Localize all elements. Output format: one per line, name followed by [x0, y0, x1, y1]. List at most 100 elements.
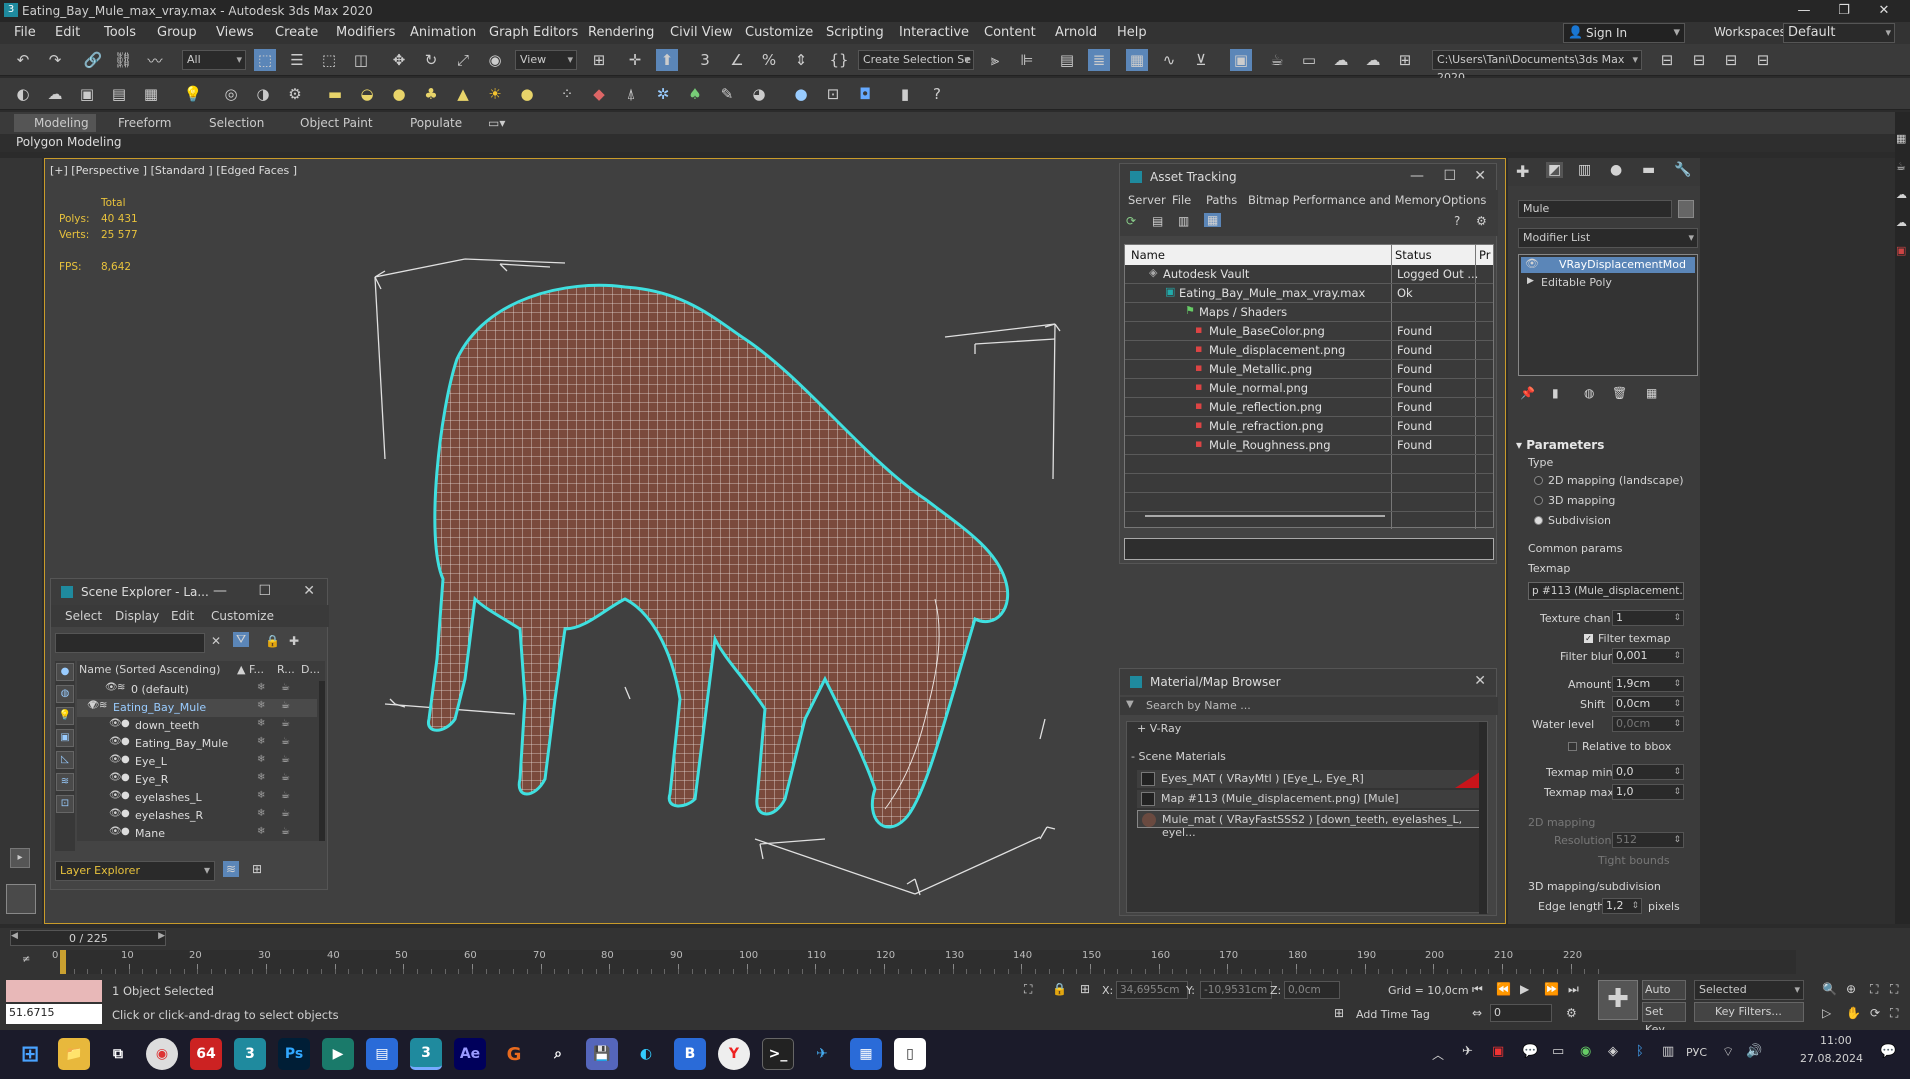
help-icon[interactable]: ? — [1454, 214, 1460, 228]
isolate-selection-icon[interactable]: ⛶ — [1024, 982, 1032, 997]
vray-grid-icon[interactable]: ▦ — [140, 83, 162, 105]
scene-tree-row[interactable]: 👁 ● Eye_R ❄ ☕ — [77, 771, 317, 789]
tab-freeform[interactable]: Freeform — [118, 116, 171, 130]
display-tab-icon[interactable]: ▬ — [1642, 162, 1655, 178]
scene-materials-group[interactable]: - Scene Materials — [1131, 750, 1226, 763]
pan-icon[interactable]: ✋ — [1846, 1006, 1861, 1020]
tray-chat-icon[interactable]: 💬 — [1522, 1044, 1538, 1059]
water-level-spinner[interactable]: 0,0cm — [1612, 716, 1684, 732]
edge-icon[interactable]: ◐ — [630, 1038, 662, 1070]
tray-battery-icon[interactable]: ▥ — [1662, 1044, 1674, 1059]
link-icon[interactable]: 🔗 — [82, 49, 104, 71]
asset-row[interactable]: ⚑ Maps / Shaders — [1125, 303, 1493, 322]
maximize-button[interactable]: ❐ — [1824, 0, 1864, 22]
track-bar[interactable]: 0 10 20 30 40 50 60 70 80 90 100 110 120 130 140 150 160… — [52, 950, 1796, 974]
maxscript-listener-input[interactable] — [6, 980, 102, 1002]
edge-length-spinner[interactable]: 1,2 — [1602, 898, 1642, 914]
vray-plane-icon[interactable]: ✲ — [652, 83, 674, 105]
expand-icon[interactable]: ▼ — [89, 701, 96, 711]
modifier-stack-item[interactable]: ▶ Editable Poly — [1521, 275, 1695, 291]
menu-file[interactable]: File — [14, 25, 36, 40]
go-to-start-icon[interactable]: ⏮ — [1472, 982, 1483, 997]
file-explorer-icon[interactable]: 📁 — [58, 1038, 90, 1070]
vray-scene-icon[interactable]: ▮ — [894, 83, 916, 105]
freeze-icon[interactable]: ❄ — [257, 682, 265, 693]
bind-space-warp-icon[interactable]: 〰 — [144, 49, 166, 71]
container-close-icon[interactable]: ⊟ — [1720, 49, 1742, 71]
fov-icon[interactable]: ▷ — [1822, 1006, 1831, 1020]
menu-create[interactable]: Create — [275, 25, 318, 40]
vray-ambient-icon[interactable]: ◑ — [252, 83, 274, 105]
save-app-icon[interactable]: 💾 — [586, 1038, 618, 1070]
key-mode-icon[interactable]: ⇔ — [1472, 1006, 1482, 1020]
selection-lock-icon[interactable]: 🔒 — [1052, 982, 1067, 996]
vray-export-proxy-icon[interactable]: ◆ — [588, 83, 610, 105]
clock-date[interactable]: 27.08.2024 — [1800, 1052, 1863, 1065]
calculator-icon[interactable]: ▦ — [850, 1038, 882, 1070]
parameters-rollout[interactable]: ▾ Parameters — [1516, 438, 1604, 452]
renderable-icon[interactable]: ☕ — [281, 700, 290, 711]
zoom-icon[interactable]: 🔍 — [1822, 982, 1837, 996]
container-update-icon[interactable]: ⊟ — [1752, 49, 1774, 71]
make-unique-icon[interactable]: ◍ — [1584, 386, 1594, 400]
vray-sphere-light-icon[interactable]: ● — [388, 83, 410, 105]
vray-frame-buffer-icon[interactable]: ▣ — [76, 83, 98, 105]
vray-ies-light-icon[interactable]: ▲ — [452, 83, 474, 105]
material-item[interactable]: Mule_mat ( VRayFastSSS2 ) [down_teeth, e… — [1137, 810, 1487, 839]
vray-ambient-light-icon[interactable]: ● — [516, 83, 538, 105]
scene-explorer-toggle-icon[interactable]: ≣ — [1088, 49, 1110, 71]
close-icon[interactable]: ✕ — [303, 583, 315, 599]
menu-tools[interactable]: Tools — [104, 25, 136, 40]
se-menu-select[interactable]: Select — [65, 609, 102, 623]
zoom-extents-all-icon[interactable]: ⛶ — [1890, 982, 1898, 997]
scene-tree-row[interactable]: 👁 ≋ 0 (default) ❄ ☕ — [77, 681, 317, 699]
sign-in-dropdown[interactable]: 👤 Sign In ▾ — [1563, 23, 1685, 43]
maxscript-output[interactable]: 51.6715 — [6, 1004, 102, 1024]
close-icon[interactable]: ✕ — [1474, 673, 1486, 689]
at-menu-bitmap-performance[interactable]: Bitmap Performance and Memory — [1248, 193, 1441, 207]
refresh-icon[interactable]: ⟳ — [1126, 214, 1136, 228]
key-filters-button[interactable]: Key Filters... — [1694, 1002, 1804, 1022]
renderable-icon[interactable]: ☕ — [281, 772, 290, 783]
tray-vpn-icon[interactable]: ◈ — [1608, 1044, 1618, 1059]
asset-row[interactable]: ▪ Mule_displacement.png Found — [1125, 341, 1493, 360]
pin-stack-icon[interactable]: 📌 — [1520, 386, 1535, 400]
vray-decal-icon[interactable]: ◕ — [748, 83, 770, 105]
render-icon[interactable]: ▦ — [1896, 132, 1906, 145]
3dsmax-taskbar-icon[interactable]: 3 — [234, 1038, 266, 1070]
col-status[interactable]: Status — [1395, 248, 1432, 262]
vray-settings-icon[interactable]: ⚙ — [284, 83, 306, 105]
asset-row[interactable]: ▪ Mule_reflection.png Found — [1125, 398, 1493, 417]
menu-civil-view[interactable]: Civil View — [670, 25, 733, 40]
tray-telegram-icon[interactable]: ✈ — [1462, 1044, 1473, 1059]
angle-snap-icon[interactable]: ∠ — [726, 49, 748, 71]
scene-tree-row[interactable]: 👁 ● Eating_Bay_Mule ❄ ☕ — [77, 735, 317, 753]
filter-texmap-checkbox[interactable]: ✓ — [1584, 634, 1593, 643]
named-selection-sets-dropdown[interactable]: Create Selection Se — [858, 50, 974, 70]
layout-preview-icon[interactable] — [6, 884, 36, 914]
render-iterative-icon[interactable]: ☁ — [1896, 216, 1907, 229]
minimize-icon[interactable]: — — [213, 583, 227, 599]
freeze-icon[interactable]: ❄ — [257, 700, 265, 711]
layout-expand-icon[interactable]: ▸ — [10, 848, 30, 868]
filter-blur-spinner[interactable]: 0,001 — [1612, 648, 1684, 664]
display-bones-icon[interactable]: ⊡ — [56, 795, 74, 813]
lock-icon[interactable]: 🔒 — [265, 634, 280, 648]
align-icon[interactable]: ⊫ — [1016, 49, 1038, 71]
vray-convert-icon[interactable]: ⊡ — [822, 83, 844, 105]
asset-row[interactable]: ▪ Mule_normal.png Found — [1125, 379, 1493, 398]
task-view-icon[interactable]: ⧉ — [102, 1038, 134, 1070]
zoom-extents-icon[interactable]: ⛶ — [1870, 982, 1878, 997]
volume-icon[interactable]: 🔊 — [1746, 1044, 1762, 1059]
tray-bluetooth-icon[interactable]: ᛒ — [1636, 1044, 1644, 1059]
asset-tracking-titlebar[interactable]: Asset Tracking — ☐ ✕ — [1120, 164, 1496, 190]
shift-spinner[interactable]: 0,0cm — [1612, 696, 1684, 712]
menu-edit[interactable]: Edit — [55, 25, 80, 40]
at-menu-server[interactable]: Server — [1128, 193, 1166, 207]
ribbon-options-icon[interactable]: ▭▾ — [488, 116, 505, 130]
add-time-tag-button[interactable]: Add Time Tag — [1356, 1008, 1430, 1021]
vray-vfb-icon[interactable]: ◘ — [854, 83, 876, 105]
visibility-eye-icon[interactable]: 👁 — [105, 682, 118, 693]
g-app-icon[interactable]: G — [498, 1038, 530, 1070]
resolution-spinner[interactable]: 512 — [1612, 832, 1684, 848]
